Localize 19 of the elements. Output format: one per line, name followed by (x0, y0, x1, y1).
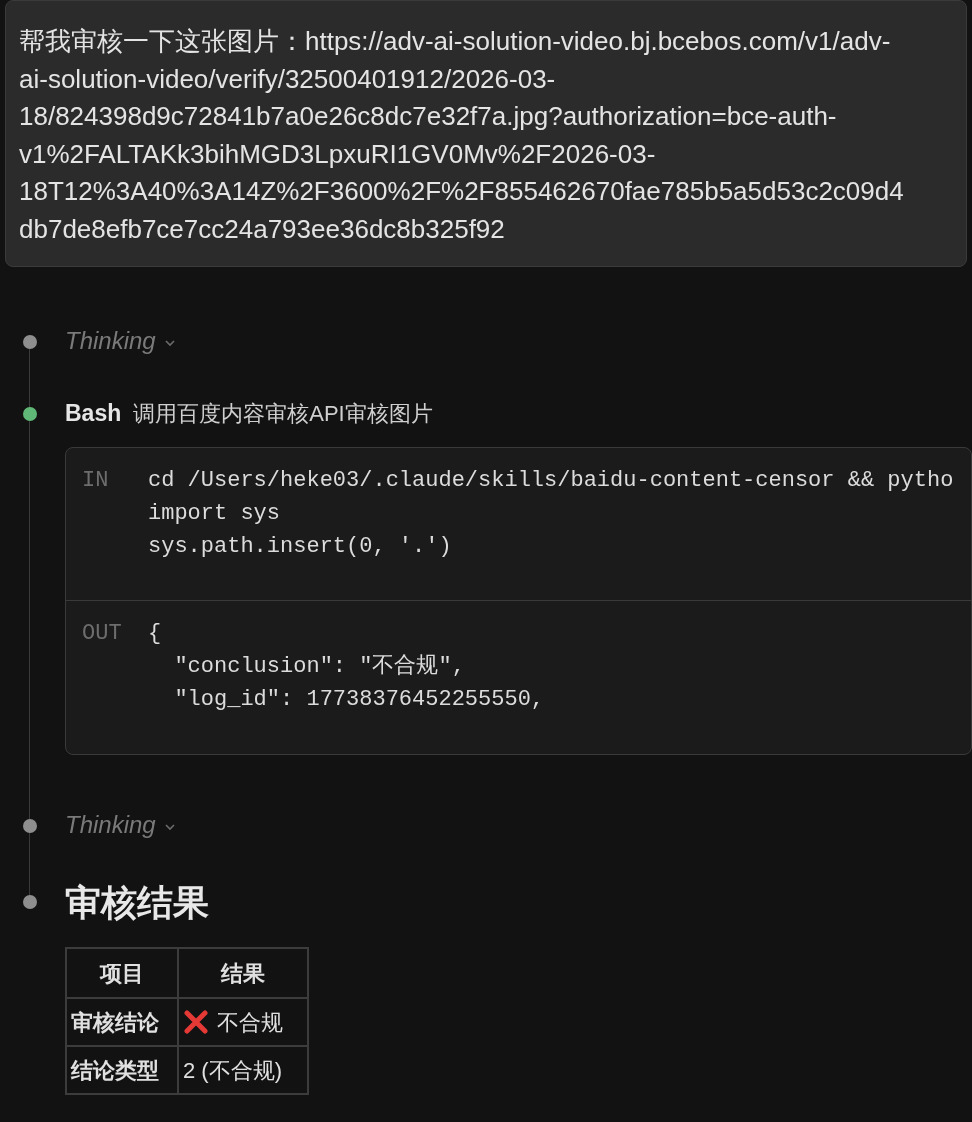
tool-name: Bash (65, 398, 122, 428)
chevron-icon (163, 339, 176, 347)
table-cell: 结论类型 (66, 1046, 178, 1094)
table-cell-text: 不合规 (217, 1008, 283, 1037)
input-label: IN (82, 467, 110, 495)
cross-icon (183, 1009, 209, 1035)
user-message: 帮我审核一下这张图片：https://adv-ai-solution-video.bj.bcebos.com/v1/adv- ai-solution-video/verify/32500401912/2026-03- 18/824398d9c72841b7a0e26c8dc7e32f7a.jpg?authorization=bce-auth- v1%2FALTAKk3bihMGD3LpxuRI1GV0Mv%2F2026-03- 18T12%3A40%3A14Z%2F3600%2F%2F855462670fae785b5a5d53c2c09d4 db7de8efb7ce7cc24a793ee36dc8b325f92 (5, 0, 967, 267)
result-heading: 审核结果 (65, 881, 210, 925)
output-label: OUT (82, 620, 123, 648)
column-header: 结果 (178, 948, 308, 998)
table-cell: 审核结论 (66, 998, 178, 1046)
chevron-icon (163, 823, 176, 831)
tool-description: 调用百度内容审核API审核图片 (133, 399, 433, 428)
column-header: 项目 (66, 948, 178, 998)
thinking-toggle[interactable]: Thinking (65, 323, 176, 359)
table-cell-text: 2 (不合规) (183, 1056, 282, 1085)
input-code: cd /Users/heke03/.claude/skills/baidu-content-censor && pytho import sys sys.path.insert(0, '.') (148, 467, 954, 561)
thinking-toggle[interactable]: Thinking (65, 807, 176, 843)
output-code: { "conclusion": "不合规", "log_id": 17738376452255550, (148, 620, 545, 714)
